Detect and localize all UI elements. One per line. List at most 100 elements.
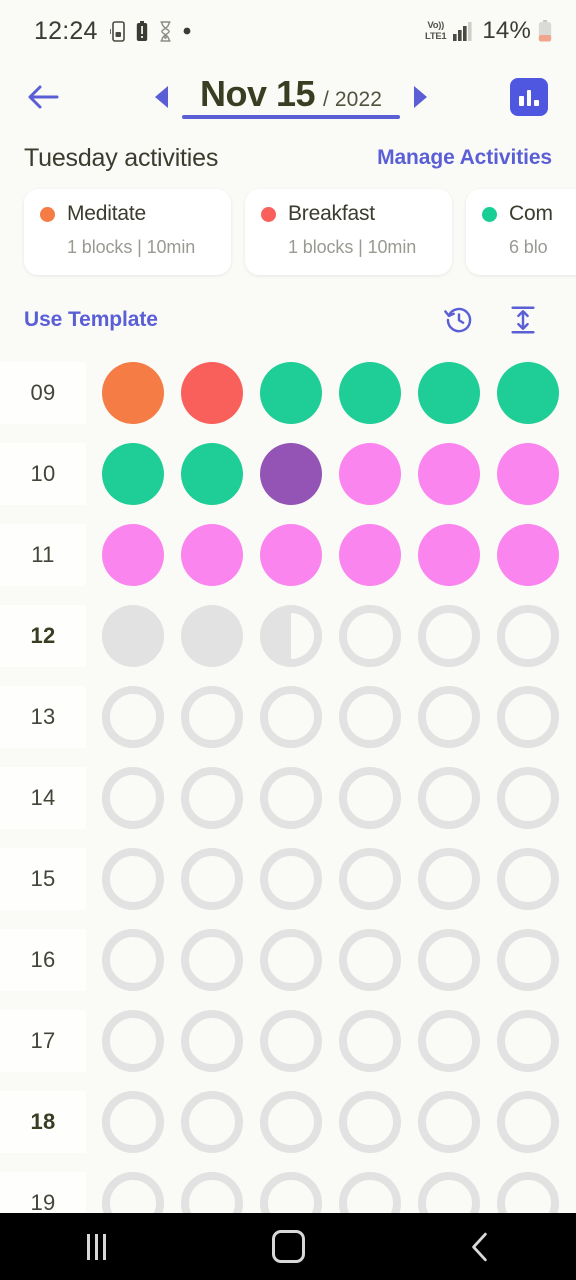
date-main-label: Nov 15 <box>199 72 316 114</box>
time-slot-filled[interactable] <box>102 361 164 424</box>
activity-card[interactable]: Breakfast 1 blocks | 10min <box>245 189 452 275</box>
volte-icon: Vo)) LTE1 <box>425 21 447 41</box>
time-slot-empty[interactable] <box>339 928 401 991</box>
vertical-resize-icon <box>511 306 535 334</box>
time-slot-empty[interactable] <box>102 847 164 910</box>
time-slot-empty[interactable] <box>418 1171 480 1214</box>
time-slot-empty[interactable] <box>339 685 401 748</box>
time-slot-filled[interactable] <box>418 523 480 586</box>
time-slot-empty[interactable] <box>181 847 243 910</box>
time-slot-empty[interactable] <box>497 1009 559 1072</box>
time-slot-empty[interactable] <box>260 766 322 829</box>
time-slot-empty[interactable] <box>102 1171 164 1214</box>
time-slot-empty[interactable] <box>102 1090 164 1153</box>
schedule-row: 09 <box>0 352 576 433</box>
time-slot-empty[interactable] <box>260 847 322 910</box>
time-slot-empty[interactable] <box>102 766 164 829</box>
time-slot-empty[interactable] <box>497 928 559 991</box>
time-slot-empty[interactable] <box>339 847 401 910</box>
time-slot-filled[interactable] <box>260 442 322 505</box>
hour-label: 18 <box>30 1108 56 1134</box>
use-template-link[interactable]: Use Template <box>24 308 158 332</box>
hour-label: 09 <box>30 379 56 405</box>
time-slot-empty[interactable] <box>181 685 243 748</box>
time-slot-filled[interactable] <box>339 442 401 505</box>
prev-day-button[interactable] <box>155 85 168 108</box>
time-slot-empty[interactable] <box>339 604 401 667</box>
time-slot-empty[interactable] <box>418 1090 480 1153</box>
manage-activities-link[interactable]: Manage Activities <box>377 146 552 170</box>
time-slot-filled[interactable] <box>497 442 559 505</box>
time-slot-empty[interactable] <box>418 685 480 748</box>
time-slot-filled[interactable] <box>339 523 401 586</box>
time-slot-empty[interactable] <box>102 685 164 748</box>
time-slot-empty[interactable] <box>181 1090 243 1153</box>
time-slot-empty[interactable] <box>181 928 243 991</box>
time-slot-empty[interactable] <box>497 766 559 829</box>
schedule-row: 10 <box>0 433 576 514</box>
time-slot-filled[interactable] <box>181 523 243 586</box>
time-slot-filled[interactable] <box>418 442 480 505</box>
time-slot-empty[interactable] <box>339 766 401 829</box>
schedule-row: 13 <box>0 676 576 757</box>
hour-label: 11 <box>31 541 55 567</box>
time-slot-filled[interactable] <box>102 442 164 505</box>
time-slot-empty[interactable] <box>260 1171 322 1214</box>
nav-back-button[interactable] <box>432 1213 528 1280</box>
time-slot-filled[interactable] <box>339 361 401 424</box>
time-slot-filled[interactable] <box>181 361 243 424</box>
time-slot-empty[interactable] <box>260 685 322 748</box>
nav-home-button[interactable] <box>240 1213 336 1280</box>
time-slot-empty[interactable] <box>339 1171 401 1214</box>
vertical-resize-button[interactable] <box>506 303 540 337</box>
hour-label: 15 <box>30 865 56 891</box>
activity-meta: 1 blocks | 10min <box>67 237 196 257</box>
time-slot-empty[interactable] <box>181 1009 243 1072</box>
bar-chart-icon-bar-3 <box>534 100 539 106</box>
time-slot-filled[interactable] <box>497 361 559 424</box>
time-slot-empty[interactable] <box>418 928 480 991</box>
hour-label-cell: 09 <box>0 361 86 424</box>
time-slot-empty[interactable] <box>418 847 480 910</box>
time-slot-empty[interactable] <box>497 1090 559 1153</box>
stats-button[interactable] <box>510 78 548 116</box>
activity-card[interactable]: Com 6 blo <box>466 189 576 275</box>
time-slot-empty[interactable] <box>260 1090 322 1153</box>
time-slot-empty[interactable] <box>260 1009 322 1072</box>
hour-label: 14 <box>30 784 56 810</box>
time-slot-empty[interactable] <box>497 685 559 748</box>
time-slot-empty[interactable] <box>497 847 559 910</box>
hour-label: 10 <box>30 460 56 486</box>
time-slot-filled[interactable] <box>102 604 164 667</box>
nav-recents-button[interactable] <box>48 1213 144 1280</box>
phone-screen: 12:24 Vo)) LTE1 14% Nov 15 / 2022 Tuesda… <box>0 0 576 1280</box>
activity-card-list[interactable]: Meditate 1 blocks | 10min Breakfast 1 block… <box>0 189 576 277</box>
schedule-grid[interactable]: 09 10 11 12 13 14 15 16 17 18 19 <box>0 352 576 1214</box>
activity-card[interactable]: Meditate 1 blocks | 10min <box>24 189 231 275</box>
time-slot-empty[interactable] <box>102 928 164 991</box>
time-slot-empty[interactable] <box>260 928 322 991</box>
time-slot-filled[interactable] <box>102 523 164 586</box>
time-slot-empty[interactable] <box>181 1171 243 1214</box>
time-slot-empty[interactable] <box>418 1009 480 1072</box>
time-slot-filled[interactable] <box>418 361 480 424</box>
back-button[interactable] <box>14 68 72 126</box>
date-line: Nov 15 / 2022 <box>199 72 382 114</box>
time-slot-empty[interactable] <box>418 604 480 667</box>
time-slot-empty[interactable] <box>339 1090 401 1153</box>
time-slot-filled[interactable] <box>260 361 322 424</box>
time-slot-empty[interactable] <box>181 766 243 829</box>
time-slot-half[interactable] <box>260 604 322 667</box>
history-restore-button[interactable] <box>442 303 476 337</box>
time-slot-empty[interactable] <box>497 604 559 667</box>
time-slot-empty[interactable] <box>102 1009 164 1072</box>
time-slot-filled[interactable] <box>181 604 243 667</box>
time-slot-empty[interactable] <box>339 1009 401 1072</box>
time-slot-empty[interactable] <box>418 766 480 829</box>
time-slot-filled[interactable] <box>497 523 559 586</box>
time-slot-filled[interactable] <box>260 523 322 586</box>
next-day-button[interactable] <box>414 85 427 108</box>
current-date[interactable]: Nov 15 / 2022 <box>178 72 404 120</box>
time-slot-filled[interactable] <box>181 442 243 505</box>
time-slot-empty[interactable] <box>497 1171 559 1214</box>
